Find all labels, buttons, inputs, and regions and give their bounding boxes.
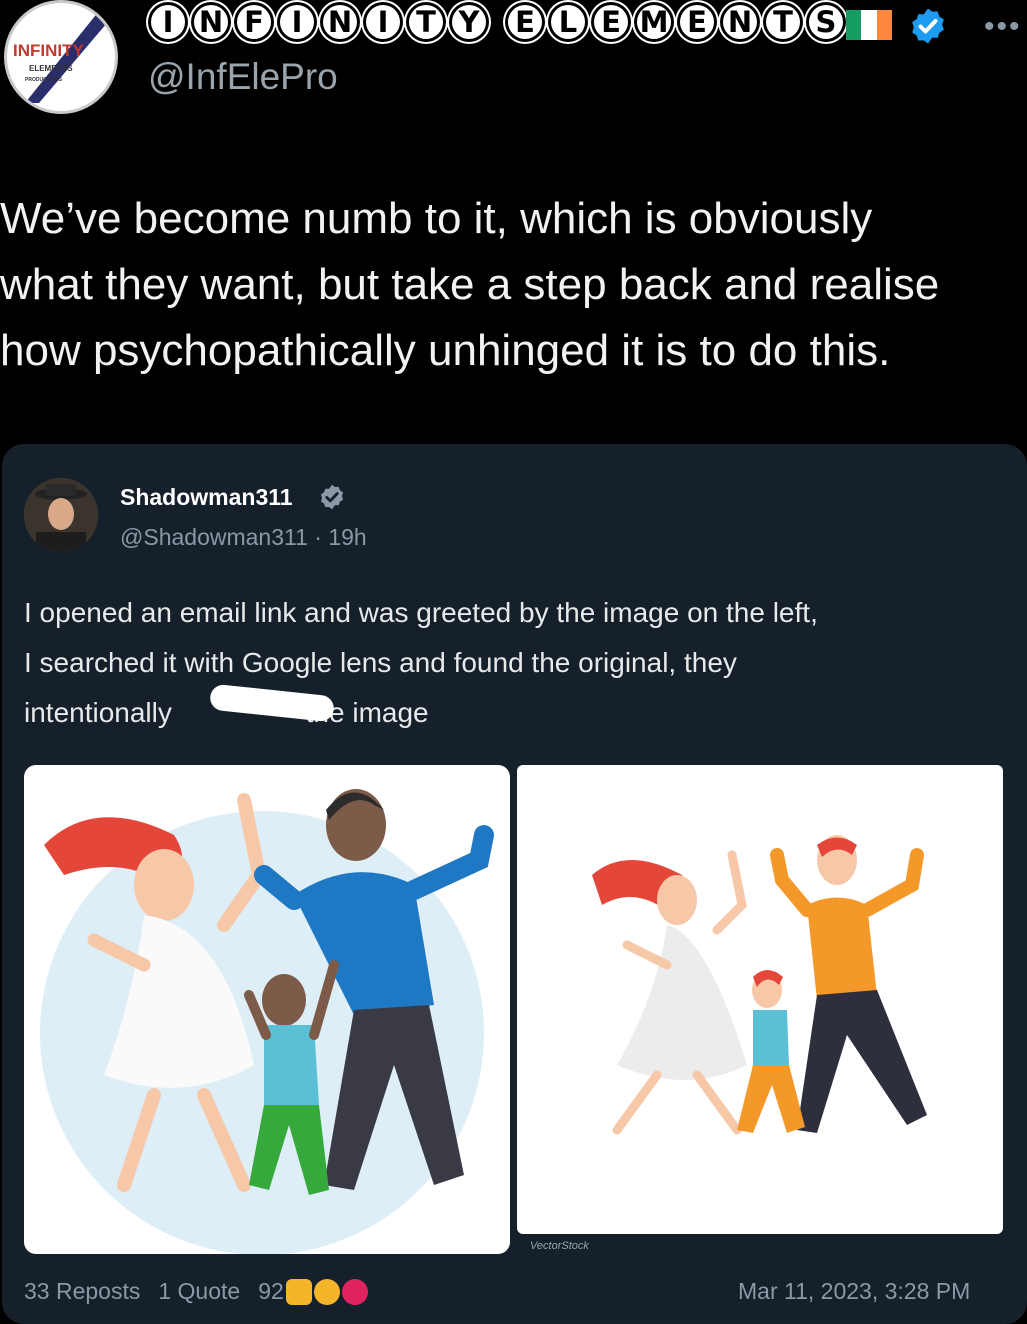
display-name-letter: T: [763, 2, 803, 42]
display-name-letter: I: [363, 2, 403, 42]
display-name-letter: E: [591, 2, 631, 42]
family-dancing-illustration-altered: [40, 789, 494, 1254]
quoted-display-name[interactable]: Shadowman311: [120, 484, 293, 511]
user-handle[interactable]: @InfElePro: [148, 56, 338, 98]
avatar[interactable]: INFINITY ELEMENTS PRODUCTIONS: [4, 0, 118, 114]
altered-family-image[interactable]: [24, 765, 510, 1254]
display-name-letter: I: [148, 2, 188, 42]
quoted-post-text: I opened an email link and was greeted b…: [24, 588, 1014, 738]
display-name-letter: F: [234, 2, 274, 42]
flag-stripe-orange: [876, 10, 892, 40]
display-name-letter: Y: [449, 2, 489, 42]
display-name-letter: I: [277, 2, 317, 42]
quoted-verified-icon: [320, 484, 344, 510]
family-dancing-illustration-original: [592, 835, 927, 1135]
display-name-letter: L: [548, 2, 588, 42]
quoted-text-line: I opened an email link and was greeted b…: [24, 597, 818, 628]
quoted-user-avatar[interactable]: [24, 478, 98, 552]
display-name-letter: N: [191, 2, 231, 42]
display-name-letter: M: [634, 2, 674, 42]
display-name-letter: T: [406, 2, 446, 42]
post-text: We’ve become numb to it, which is obviou…: [0, 194, 940, 375]
logo-text-bottom: PRODUCTIONS: [25, 77, 63, 83]
more-options-icon[interactable]: •••: [984, 10, 1022, 44]
display-name-letter: E: [677, 2, 717, 42]
display-name-letter: [492, 2, 502, 42]
logo-text-top: INFINITY: [13, 41, 84, 60]
flag-stripe-white: [861, 10, 877, 40]
original-family-image[interactable]: [517, 765, 1003, 1234]
user-photo-icon: [24, 478, 98, 552]
logo-text-mid: ELEMENTS: [29, 64, 73, 73]
verified-badge-icon: [912, 8, 944, 44]
quoted-text-line: intentionally the image: [24, 688, 1014, 738]
quoted-handle-time: @Shadowman311 · 19h: [120, 524, 367, 550]
quoted-text-fragment: intentionally: [24, 697, 172, 728]
display-name-letter: S: [806, 2, 846, 42]
display-name[interactable]: INFINITYELEMENTS: [148, 2, 846, 42]
display-name-letter: N: [320, 2, 360, 42]
infinity-elements-logo: INFINITY ELEMENTS PRODUCTIONS: [9, 5, 113, 109]
display-name-letter: N: [720, 2, 760, 42]
quoted-text-line: I searched it with Google lens and found…: [24, 647, 737, 678]
display-name-letter: E: [505, 2, 545, 42]
vectorstock-watermark: VectorStock: [530, 1240, 589, 1252]
flag-stripe-green: [846, 10, 862, 40]
ireland-flag-icon: [846, 10, 892, 40]
